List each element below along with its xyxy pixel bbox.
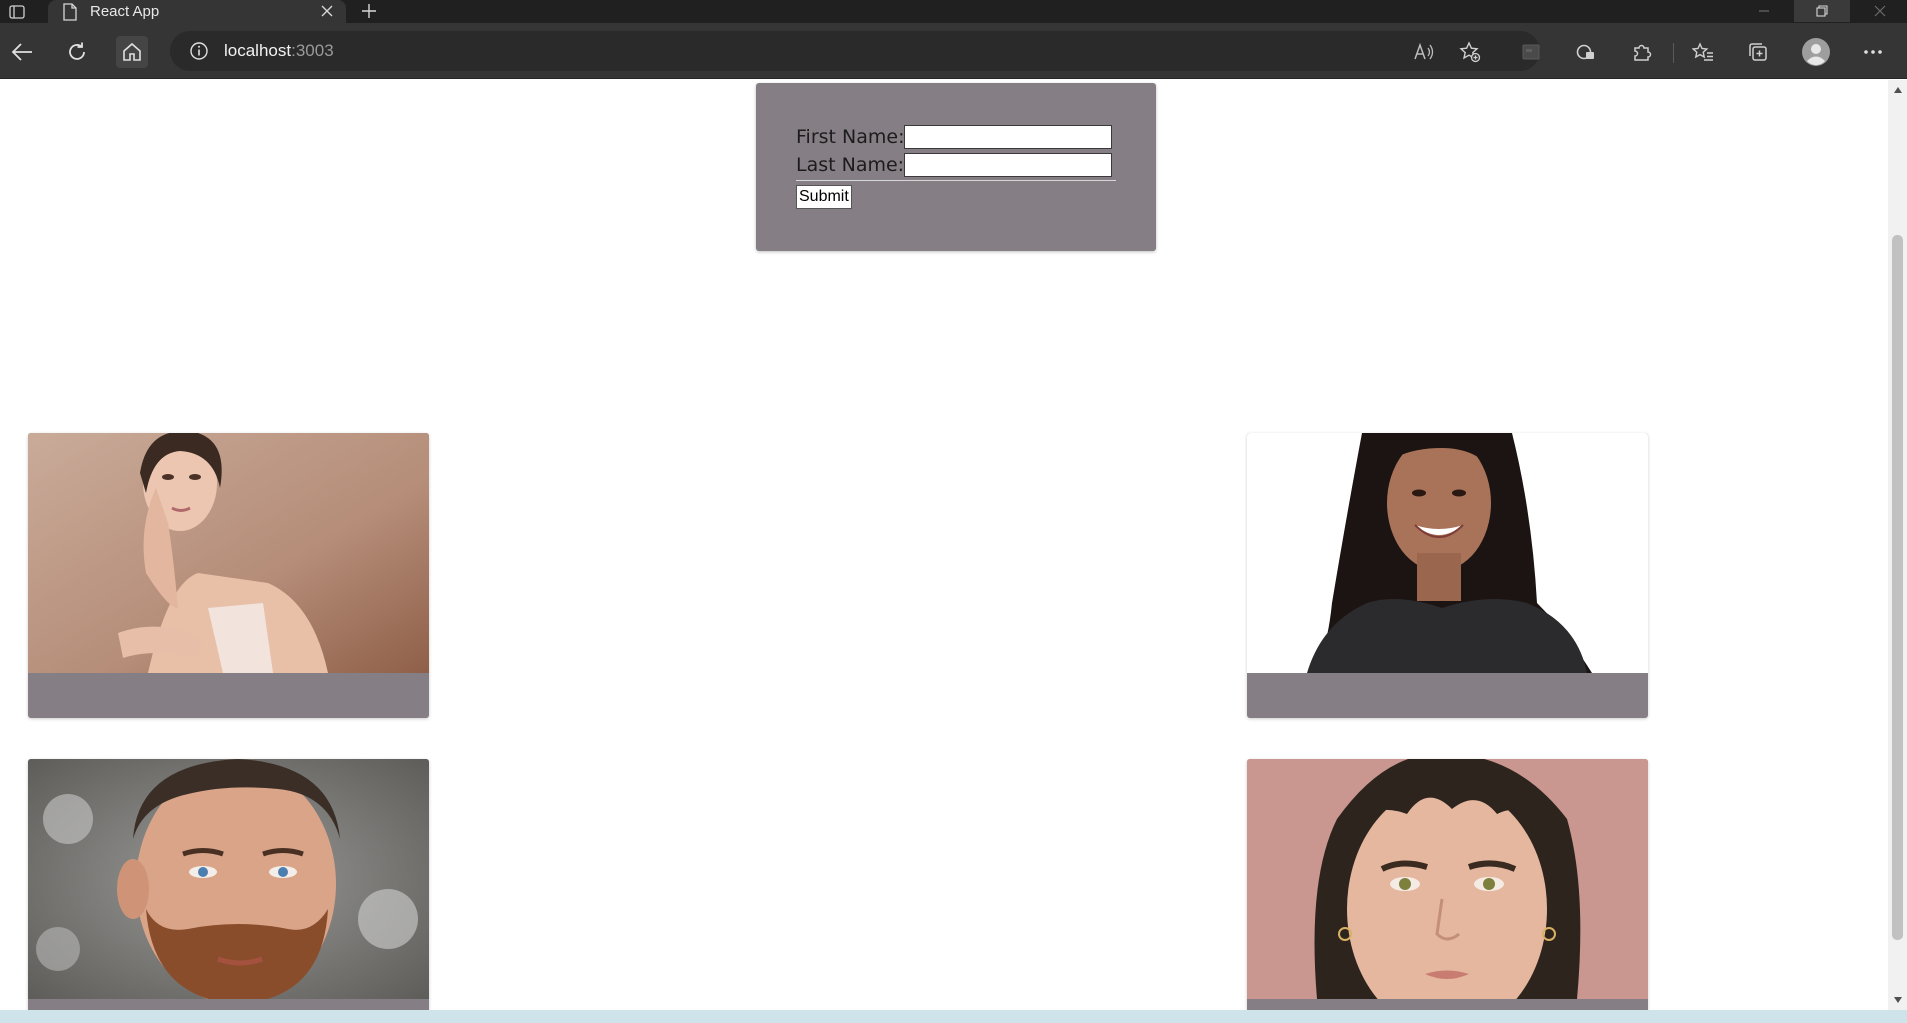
minimize-button[interactable]	[1736, 0, 1792, 22]
favorites-icon	[1692, 42, 1713, 61]
close-icon	[321, 5, 333, 17]
minimize-icon	[1759, 10, 1769, 12]
tab-close-button[interactable]	[318, 2, 336, 20]
plus-icon	[362, 4, 376, 18]
read-aloud-icon	[1414, 42, 1434, 60]
form-divider	[796, 180, 1116, 181]
extension-disabled-button[interactable]	[1515, 36, 1547, 68]
profile-card	[1247, 759, 1648, 1010]
address-bar[interactable]: localhost:3003	[170, 31, 1540, 71]
last-name-row: Last Name:	[796, 151, 1156, 179]
first-name-label: First Name:	[796, 126, 905, 148]
last-name-label: Last Name:	[796, 154, 905, 176]
scroll-down-button[interactable]	[1888, 992, 1907, 1008]
window-close-button[interactable]	[1852, 0, 1907, 22]
refresh-button[interactable]	[61, 36, 93, 68]
more-icon	[1864, 50, 1882, 54]
puzzle-icon	[1634, 44, 1652, 61]
taskbar-strip	[0, 1010, 1907, 1023]
extension-icon	[1522, 44, 1540, 60]
close-icon	[1874, 5, 1886, 17]
restore-button[interactable]	[1794, 0, 1850, 22]
first-name-row: First Name:	[796, 123, 1156, 151]
tab-title: React App	[90, 3, 160, 20]
profile-card	[1247, 433, 1648, 718]
profile-photo	[28, 759, 429, 999]
browser-titlebar: React App	[0, 0, 1907, 23]
tab-actions-icon	[9, 4, 25, 19]
profile-photo	[1247, 433, 1648, 673]
page-icon	[63, 2, 77, 21]
page-viewport: First Name: Last Name: Submit	[0, 80, 1888, 1010]
submit-button[interactable]: Submit	[796, 185, 852, 209]
favorites-button[interactable]	[1687, 36, 1719, 68]
profile-card	[28, 759, 429, 1010]
back-button[interactable]	[6, 36, 38, 68]
name-form: First Name: Last Name: Submit	[756, 83, 1156, 251]
url-port: :3003	[291, 41, 334, 60]
restore-icon	[1816, 5, 1828, 17]
star-add-icon	[1459, 41, 1481, 63]
extension-button[interactable]	[1570, 36, 1602, 68]
browser-toolbar: localhost:3003	[0, 23, 1907, 79]
add-favorite-button[interactable]	[1454, 36, 1486, 68]
avatar-icon	[1802, 38, 1830, 66]
site-info-icon[interactable]	[188, 40, 210, 62]
read-aloud-button[interactable]	[1408, 36, 1440, 68]
extension-icon	[1576, 44, 1594, 60]
new-tab-button[interactable]	[356, 0, 382, 22]
back-arrow-icon	[11, 43, 32, 61]
home-button[interactable]	[116, 36, 148, 68]
home-icon	[123, 42, 141, 61]
url-host: localhost	[224, 41, 292, 60]
profile-button[interactable]	[1800, 36, 1832, 68]
page-scrollbar[interactable]	[1888, 80, 1907, 1010]
scroll-up-button[interactable]	[1888, 82, 1907, 98]
profile-card	[28, 433, 429, 718]
profile-photo	[28, 433, 429, 673]
settings-menu-button[interactable]	[1857, 36, 1889, 68]
browser-tab[interactable]: React App	[48, 0, 346, 23]
scroll-down-arrow-icon	[1893, 997, 1902, 1003]
scroll-thumb[interactable]	[1892, 235, 1903, 940]
toolbar-separator	[1673, 43, 1674, 63]
refresh-icon	[69, 42, 85, 60]
extensions-button[interactable]	[1626, 36, 1658, 68]
collections-button[interactable]	[1742, 36, 1774, 68]
first-name-input[interactable]	[904, 125, 1113, 149]
profile-photo	[1247, 759, 1648, 999]
scroll-up-arrow-icon	[1893, 87, 1902, 93]
last-name-input[interactable]	[904, 153, 1113, 177]
tab-actions-button[interactable]	[6, 2, 28, 21]
collections-icon	[1749, 43, 1767, 61]
info-icon	[190, 42, 208, 60]
